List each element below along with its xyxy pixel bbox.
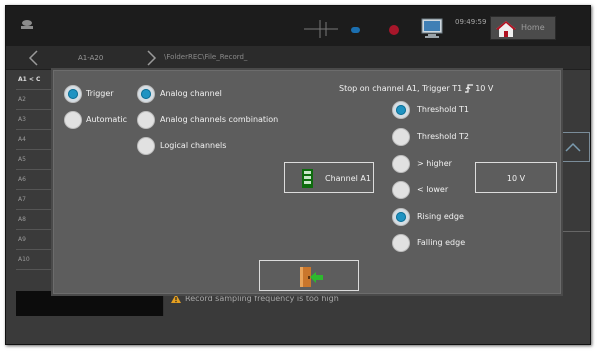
logical-channels-label: Logical channels — [160, 141, 227, 150]
trigger-value-field[interactable]: 10 V — [475, 162, 557, 193]
analog-combination-label: Analog channels combination — [160, 115, 279, 124]
app-window: 09:49:59 Home A1-A20 \FolderREC\File_Rec… — [5, 5, 591, 345]
trigger-label: Trigger — [86, 89, 114, 98]
exit-icon — [300, 267, 323, 287]
path-bar: A1-A20 \FolderREC\File_Record_ — [6, 46, 590, 70]
warning-icon — [171, 294, 181, 303]
analog-channel-label: Analog channel — [160, 89, 222, 98]
chevron-up-icon — [565, 142, 581, 152]
rising-edge-label: Rising edge — [417, 212, 464, 221]
home-icon — [496, 21, 516, 37]
channel-range: A1-A20 — [78, 54, 104, 62]
trigger-radio[interactable] — [64, 85, 82, 103]
home-button[interactable]: Home — [490, 16, 556, 40]
lower-radio[interactable] — [392, 181, 410, 199]
analog-combination-radio[interactable] — [137, 111, 155, 129]
channel-button-label: Channel A1 — [325, 174, 371, 183]
chevron-right-icon[interactable] — [143, 49, 159, 67]
chevron-left-icon[interactable] — [26, 49, 42, 67]
higher-radio[interactable] — [392, 155, 410, 173]
rising-edge-radio[interactable] — [392, 208, 410, 226]
scope-icon[interactable] — [304, 20, 338, 38]
pc-icon[interactable] — [421, 17, 443, 39]
warning-text: Record sampling frequency is too high — [185, 294, 339, 303]
analog-channel-radio[interactable] — [137, 85, 155, 103]
status-text: Stop on channel A1, Trigger T1 — [339, 84, 463, 93]
top-toolbar: 09:49:59 Home — [6, 6, 590, 46]
threshold-t2-label: Threshold T2 — [417, 132, 469, 141]
falling-edge-radio[interactable] — [392, 234, 410, 252]
channel-select-button[interactable]: Channel A1 — [284, 162, 374, 193]
record-icon[interactable] — [389, 25, 399, 35]
chip-icon — [302, 169, 313, 188]
warning-message: Record sampling frequency is too high — [171, 294, 339, 303]
rising-edge-icon — [465, 84, 474, 93]
file-path: \FolderREC\File_Record_ — [164, 53, 248, 61]
logo-icon — [21, 20, 33, 29]
trigger-settings-dialog: Trigger Automatic Analog channel Analog … — [53, 70, 561, 294]
automatic-radio[interactable] — [64, 111, 82, 129]
automatic-label: Automatic — [86, 115, 128, 124]
trigger-status: Stop on channel A1, Trigger T1 10 V — [339, 84, 493, 93]
table-footer-cell — [16, 291, 164, 316]
threshold-t2-radio[interactable] — [392, 128, 410, 146]
exit-button[interactable] — [259, 260, 359, 291]
threshold-t1-label: Threshold T1 — [417, 105, 469, 114]
mode-indicator-icon[interactable] — [351, 27, 360, 33]
logical-channels-radio[interactable] — [137, 137, 155, 155]
threshold-t1-radio[interactable] — [392, 101, 410, 119]
status-value: 10 V — [475, 84, 494, 93]
lower-label: < lower — [417, 185, 449, 194]
trigger-value: 10 V — [506, 174, 526, 183]
higher-label: > higher — [417, 159, 452, 168]
falling-edge-label: Falling edge — [417, 238, 466, 247]
home-label: Home — [521, 23, 545, 32]
clock: 09:49:59 — [455, 18, 487, 26]
